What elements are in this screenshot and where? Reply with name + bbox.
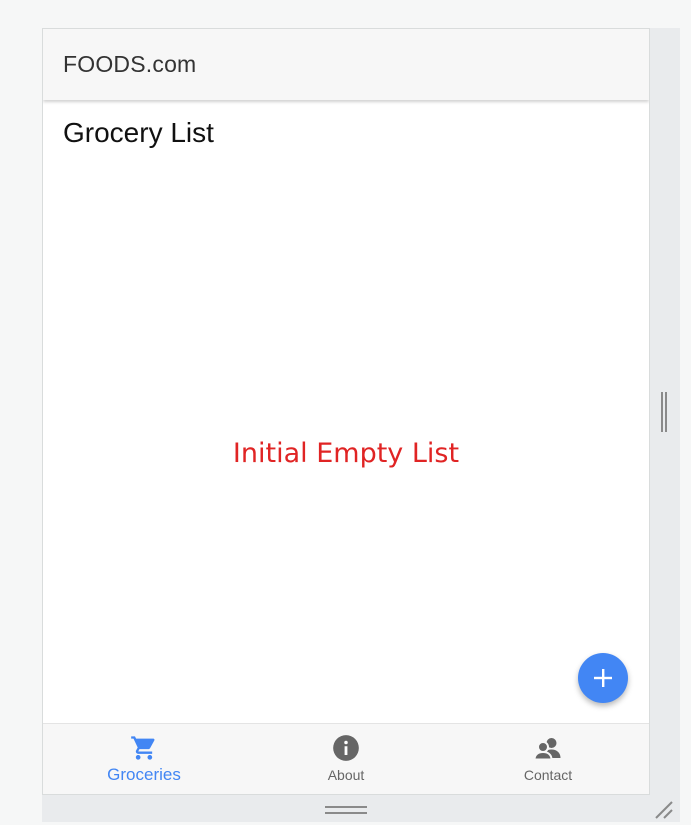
- page-title: Grocery List: [63, 117, 214, 148]
- add-item-button[interactable]: [578, 653, 628, 703]
- nav-label-groceries: Groceries: [107, 765, 181, 784]
- plus-icon: [594, 669, 612, 687]
- info-icon: [333, 735, 359, 761]
- nav-item-about[interactable]: About: [245, 724, 447, 794]
- vertical-resize-handle[interactable]: [659, 392, 669, 432]
- people-icon: [534, 738, 561, 761]
- cart-icon: [131, 736, 155, 760]
- app-title: FOODS.com: [63, 51, 197, 77]
- horizontal-resize-handle[interactable]: [325, 803, 367, 815]
- nav-label-contact: Contact: [523, 767, 573, 783]
- app-bar: FOODS.com: [43, 29, 649, 100]
- corner-resize-handle[interactable]: [652, 800, 674, 820]
- nav-item-contact[interactable]: Contact: [447, 724, 649, 794]
- nav-label-about: About: [327, 767, 365, 783]
- device-viewport: FOODS.com Grocery List Initial Empty Lis…: [42, 28, 650, 795]
- empty-list-message: Initial Empty List: [232, 438, 460, 469]
- bottom-navigation: Groceries About Contact: [43, 723, 649, 794]
- nav-item-groceries[interactable]: Groceries: [43, 724, 245, 794]
